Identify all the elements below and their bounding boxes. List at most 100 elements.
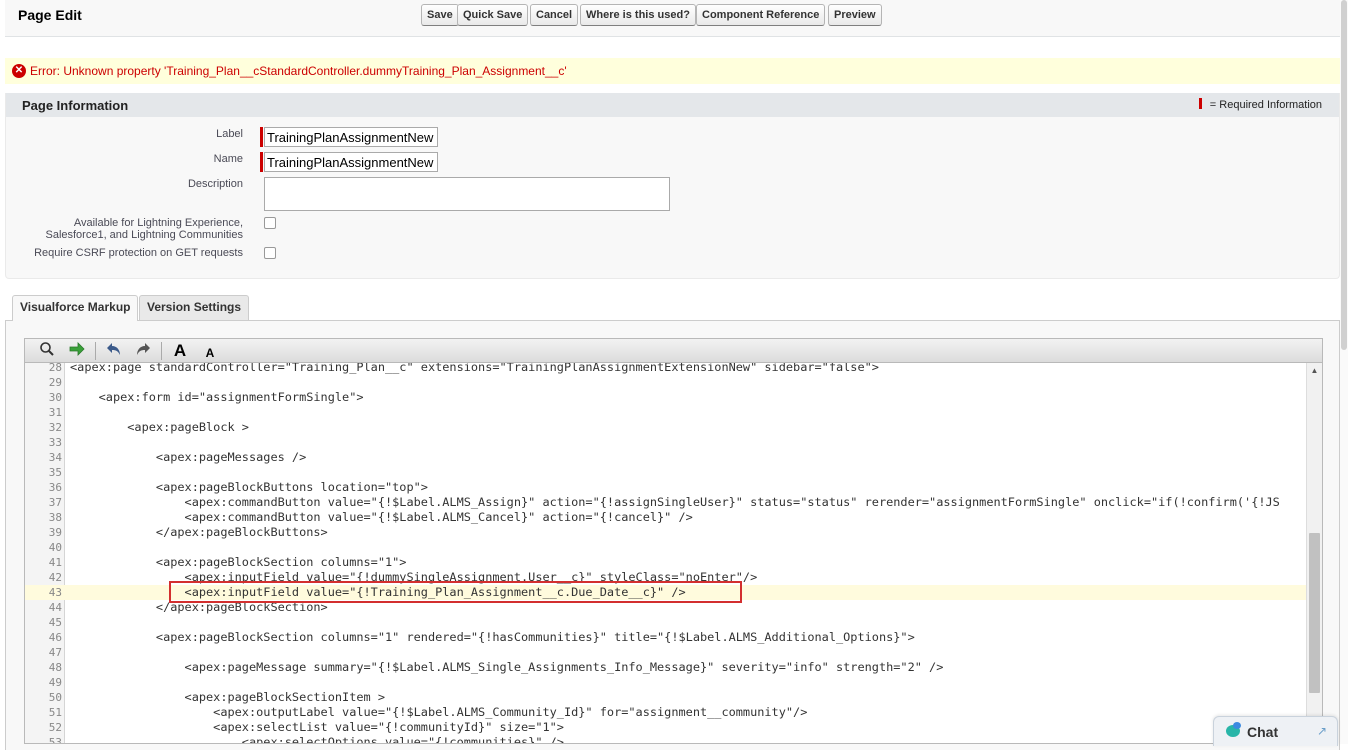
line-number: 29 xyxy=(48,376,62,389)
toolbar-separator xyxy=(161,342,162,360)
font-larger-icon[interactable]: A xyxy=(169,341,191,361)
section-title: Page Information xyxy=(22,98,129,113)
line-number: 41 xyxy=(48,556,62,569)
csrf-protection-label: Require CSRF protection on GET requests xyxy=(34,247,243,259)
code-line[interactable]: 45 xyxy=(25,615,1308,630)
code-text: <apex:inputField value="{!Training_Plan_… xyxy=(70,585,686,599)
code-line[interactable]: 38 <apex:commandButton value="{!$Label.A… xyxy=(25,510,1308,525)
line-number: 42 xyxy=(48,571,62,584)
page-title: Page Edit xyxy=(18,7,82,23)
code-line[interactable]: 49 xyxy=(25,675,1308,690)
line-number: 40 xyxy=(48,541,62,554)
code-line[interactable]: 46 <apex:pageBlockSection columns="1" re… xyxy=(25,630,1308,645)
line-number: 37 xyxy=(48,496,62,509)
tab-visualforce-markup[interactable]: Visualforce Markup xyxy=(12,295,139,321)
code-text: <apex:pageMessage summary="{!$Label.ALMS… xyxy=(70,660,944,674)
code-line[interactable]: 39 </apex:pageBlockButtons> xyxy=(25,525,1308,540)
code-line[interactable]: 51 <apex:outputLabel value="{!$Label.ALM… xyxy=(25,705,1308,720)
code-line[interactable]: 48 <apex:pageMessage summary="{!$Label.A… xyxy=(25,660,1308,675)
component-reference-button[interactable]: Component Reference xyxy=(696,4,826,26)
code-text: <apex:pageMessages /> xyxy=(70,450,307,464)
line-number: 32 xyxy=(48,421,62,434)
search-icon[interactable] xyxy=(36,341,58,361)
line-number: 43 xyxy=(48,586,62,599)
code-line[interactable]: 47 xyxy=(25,645,1308,660)
toolbar-separator xyxy=(95,342,96,360)
code-line[interactable]: 31 xyxy=(25,405,1308,420)
tab-version-settings[interactable]: Version Settings xyxy=(139,295,250,320)
chat-label: Chat xyxy=(1247,724,1279,740)
required-marker xyxy=(260,152,263,172)
line-number: 45 xyxy=(48,616,62,629)
code-text: <apex:commandButton value="{!$Label.ALMS… xyxy=(70,495,1280,509)
line-number: 39 xyxy=(48,526,62,539)
code-text: </apex:pageBlockSection> xyxy=(70,600,328,614)
code-line[interactable]: 34 <apex:pageMessages /> xyxy=(25,450,1308,465)
code-line[interactable]: 35 xyxy=(25,465,1308,480)
line-number: 30 xyxy=(48,391,62,404)
csrf-protection-checkbox[interactable] xyxy=(264,247,276,259)
code-line[interactable]: 32 <apex:pageBlock > xyxy=(25,420,1308,435)
code-text: <apex:pageBlockSectionItem > xyxy=(70,690,385,704)
code-line[interactable]: 33 xyxy=(25,435,1308,450)
save-button[interactable]: Save xyxy=(421,4,459,26)
code-line[interactable]: 36 <apex:pageBlockButtons location="top"… xyxy=(25,480,1308,495)
page-information-section: Page Information = Required Information … xyxy=(5,93,1340,279)
code-line[interactable]: 41 <apex:pageBlockSection columns="1"> xyxy=(25,555,1308,570)
code-line[interactable]: 43 <apex:inputField value="{!Training_Pl… xyxy=(25,585,1308,600)
code-text: <apex:pageBlock > xyxy=(70,420,249,434)
scrollbar-thumb[interactable] xyxy=(1309,533,1320,693)
cancel-button[interactable]: Cancel xyxy=(530,4,579,26)
code-line[interactable]: 42 <apex:inputField value="{!dummySingle… xyxy=(25,570,1308,585)
code-line[interactable]: 28 <apex:page standardController="Trainin… xyxy=(25,363,1308,375)
page-vertical-scrollbar[interactable] xyxy=(1340,0,1348,744)
code-line[interactable]: 53 <apex:selectOptions value="{!communit… xyxy=(25,735,1308,744)
code-editor[interactable]: 28 <apex:page standardController="Trainin… xyxy=(24,363,1323,744)
code-text: <apex:selectOptions value="{!communities… xyxy=(70,735,564,744)
code-text: <apex:pageBlockSection columns="1"> xyxy=(70,555,407,569)
preview-button[interactable]: Preview xyxy=(828,4,882,26)
redo-icon[interactable] xyxy=(132,341,154,361)
error-circle-icon: ✕ xyxy=(12,64,26,78)
line-number: 52 xyxy=(48,721,62,734)
code-text: </apex:pageBlockButtons> xyxy=(70,525,328,539)
name-input[interactable] xyxy=(264,152,438,172)
code-text: <apex:page standardController="Training_… xyxy=(70,363,879,374)
page-scrollbar-thumb[interactable] xyxy=(1341,0,1347,350)
code-line[interactable]: 37 <apex:commandButton value="{!$Label.A… xyxy=(25,495,1308,510)
code-line[interactable]: 40 xyxy=(25,540,1308,555)
font-smaller-icon[interactable]: A xyxy=(199,343,221,363)
code-text: <apex:selectList value="{!communityId}" … xyxy=(70,720,564,734)
error-message-text: Error: Unknown property 'Training_Plan__… xyxy=(30,64,567,78)
required-marker xyxy=(260,127,263,147)
line-number: 38 xyxy=(48,511,62,524)
code-line[interactable]: 29 xyxy=(25,375,1308,390)
goto-arrow-icon[interactable] xyxy=(66,341,88,361)
description-field-label: Description xyxy=(187,178,243,190)
code-line[interactable]: 44 </apex:pageBlockSection> xyxy=(25,600,1308,615)
code-text: <apex:pageBlockButtons location="top"> xyxy=(70,480,428,494)
code-text: <apex:pageBlockSection columns="1" rende… xyxy=(70,630,915,644)
undo-icon[interactable] xyxy=(103,341,125,361)
editor-vertical-scrollbar[interactable]: ▲ xyxy=(1306,363,1322,743)
code-line[interactable]: 50 <apex:pageBlockSectionItem > xyxy=(25,690,1308,705)
line-number: 53 xyxy=(48,736,62,744)
code-line[interactable]: 30 <apex:form id="assignmentFormSingle"> xyxy=(25,390,1308,405)
chat-widget[interactable]: Chat ↗ xyxy=(1213,716,1338,746)
quick-save-button[interactable]: Quick Save xyxy=(457,4,529,26)
where-used-button[interactable]: Where is this used? xyxy=(580,4,696,26)
code-text: <apex:form id="assignmentFormSingle"> xyxy=(70,390,364,404)
label-input[interactable] xyxy=(264,127,438,147)
expand-arrow-icon[interactable]: ↗ xyxy=(1317,724,1327,738)
lightning-availability-checkbox[interactable] xyxy=(264,217,276,229)
name-field-label: Name xyxy=(213,153,243,165)
line-number: 46 xyxy=(48,631,62,644)
line-number: 50 xyxy=(48,691,62,704)
description-textarea[interactable] xyxy=(264,177,670,211)
code-line[interactable]: 52 <apex:selectList value="{!communityId… xyxy=(25,720,1308,735)
scroll-up-arrow-icon[interactable]: ▲ xyxy=(1307,363,1322,378)
lightning-availability-label: Available for Lightning Experience, Sale… xyxy=(45,217,243,241)
line-number: 51 xyxy=(48,706,62,719)
required-marker xyxy=(1198,98,1202,109)
line-number: 34 xyxy=(48,451,62,464)
